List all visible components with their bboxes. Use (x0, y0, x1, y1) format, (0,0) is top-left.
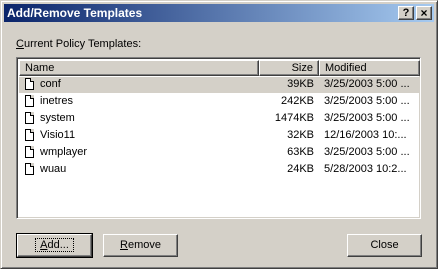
help-icon: ? (402, 7, 410, 19)
current-policy-templates-label: Current Policy Templates: (16, 38, 141, 50)
close-button[interactable]: Close (347, 234, 422, 257)
remove-button[interactable]: Remove (103, 234, 178, 257)
item-modified: 3/25/2003 5:00 ... (324, 112, 410, 124)
close-window-button[interactable]: × (416, 6, 432, 20)
item-size: 63KB (287, 146, 314, 158)
list-item-wmplayer[interactable]: wmplayer 63KB 3/25/2003 5:00 ... (19, 145, 420, 161)
item-size: 24KB (287, 163, 314, 175)
column-header-size[interactable]: Size (259, 60, 319, 76)
document-icon (25, 112, 34, 124)
item-name: wmplayer (40, 146, 88, 158)
list-item-inetres[interactable]: inetres 242KB 3/25/2003 5:00 ... (19, 94, 420, 110)
list-header: Name Size Modified (19, 60, 420, 76)
item-modified: 3/25/2003 5:00 ... (324, 95, 410, 107)
item-size: 1474KB (274, 112, 314, 124)
window-title: Add/Remove Templates (7, 6, 143, 20)
column-header-modified[interactable]: Modified (319, 60, 420, 76)
remove-access-key: R (120, 239, 128, 251)
document-icon (25, 78, 34, 90)
item-size: 39KB (287, 78, 314, 90)
column-header-name[interactable]: Name (19, 60, 259, 76)
item-modified: 3/25/2003 5:00 ... (324, 78, 410, 90)
add-button[interactable]: Add... (16, 233, 93, 258)
remove-label-text: emove (127, 239, 161, 251)
item-modified: 12/16/2003 10:... (324, 129, 407, 141)
title-bar[interactable]: Add/Remove Templates ? × (4, 4, 434, 22)
add-label-text: dd... (47, 239, 69, 251)
close-icon: × (420, 6, 428, 20)
item-size: 242KB (280, 95, 314, 107)
add-button-label: Add... (35, 238, 74, 252)
label-text: urrent Policy Templates: (23, 38, 142, 50)
list-item-system[interactable]: system 1474KB 3/25/2003 5:00 ... (19, 111, 420, 127)
templates-list[interactable]: Name Size Modified conf 39KB 3/25/2003 5… (16, 57, 421, 219)
list-item-visio11[interactable]: Visio11 32KB 12/16/2003 10:... (19, 128, 420, 144)
item-name: inetres (40, 95, 74, 107)
item-name: system (40, 112, 75, 124)
item-name: conf (40, 78, 61, 90)
document-icon (25, 129, 34, 141)
item-name: Visio11 (40, 129, 76, 141)
help-button[interactable]: ? (398, 6, 414, 20)
item-name: wuau (40, 163, 67, 175)
list-item-conf[interactable]: conf 39KB 3/25/2003 5:00 ... (19, 77, 420, 93)
label-access-key: C (16, 38, 24, 50)
document-icon (25, 163, 34, 175)
document-icon (25, 95, 34, 107)
item-size: 32KB (287, 129, 314, 141)
document-icon (25, 146, 34, 158)
item-modified: 5/28/2003 10:2... (324, 163, 407, 175)
item-modified: 3/25/2003 5:00 ... (324, 146, 410, 158)
add-remove-templates-dialog: Add/Remove Templates ? × Current Policy … (0, 0, 438, 269)
list-item-wuau[interactable]: wuau 24KB 5/28/2003 10:2... (19, 162, 420, 178)
